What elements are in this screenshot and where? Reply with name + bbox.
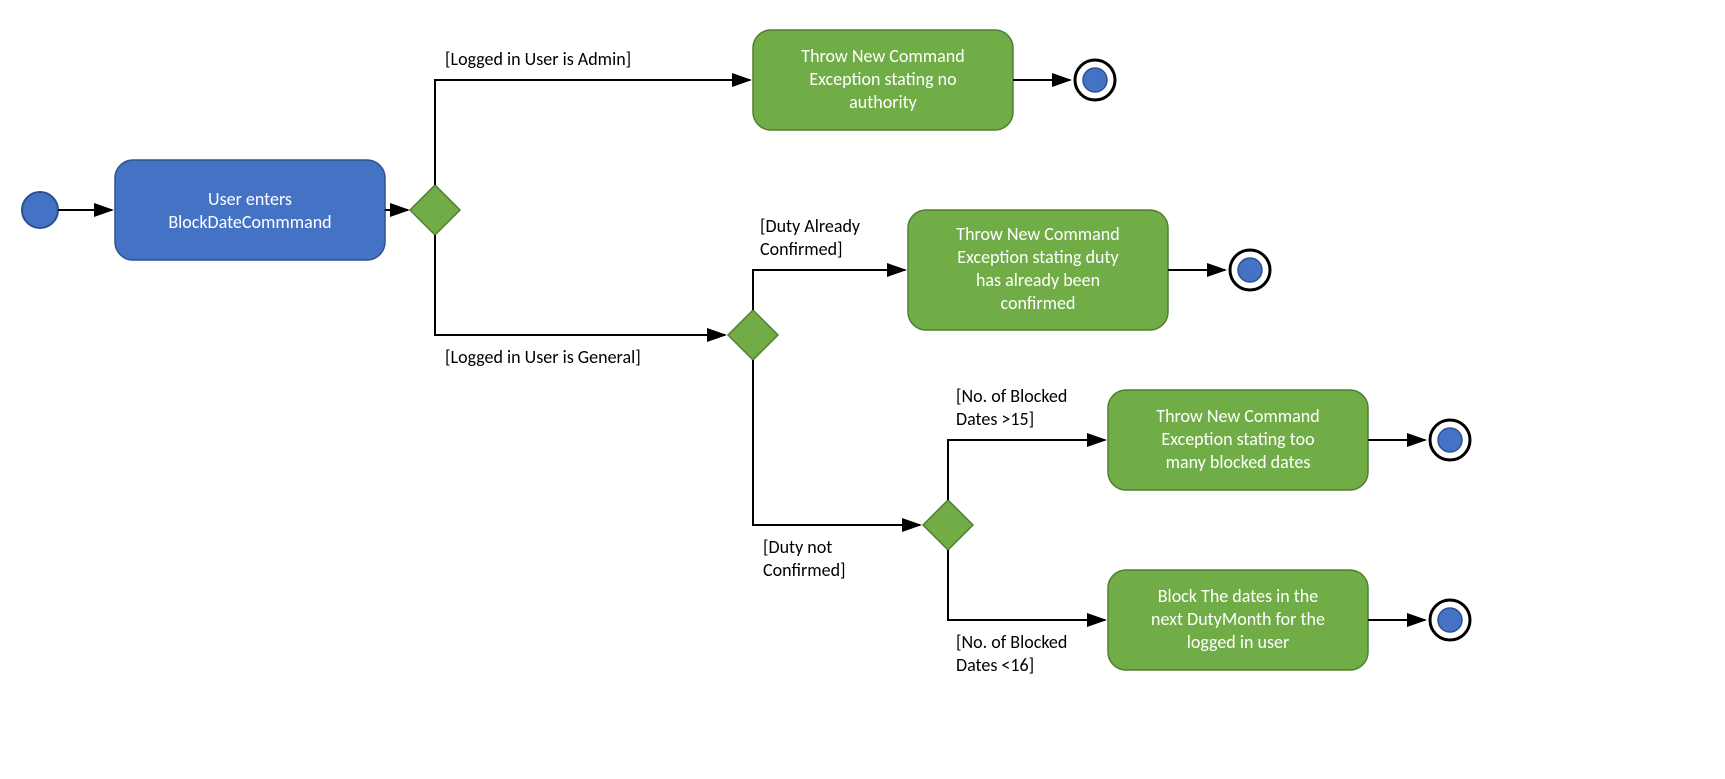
node-throw-too-many-text2: Exception stating too [1161, 428, 1314, 450]
decision-blocked-dates [923, 500, 973, 550]
node-throw-too-many-text3: many blocked dates [1166, 451, 1311, 473]
label-general: [Logged in User is General] [445, 346, 641, 368]
edge-admin-branch [435, 80, 750, 185]
node-throw-too-many-text1: Throw New Command [1156, 405, 1319, 427]
node-throw-duty-confirmed-text4: confirmed [1001, 292, 1076, 314]
label-duty-confirmed1: [Duty Already [760, 215, 861, 237]
node-throw-duty-confirmed-text2: Exception stating duty [957, 246, 1119, 268]
edge-gt15-branch [948, 440, 1105, 500]
label-lt16-1: [No. of Blocked [956, 631, 1067, 653]
node-throw-no-authority-text1: Throw New Command [801, 45, 964, 67]
node-throw-duty-confirmed-text3: has already been [976, 269, 1100, 291]
node-throw-duty-confirmed-text1: Throw New Command [956, 223, 1119, 245]
label-lt16-2: Dates <16] [956, 654, 1034, 676]
node-block-dates-text3: logged in user [1187, 631, 1289, 653]
edge-duty-not-confirmed-branch [753, 360, 920, 525]
node-block-dates-text1: Block The dates in the [1158, 585, 1318, 607]
label-admin: [Logged in User is Admin] [445, 48, 631, 70]
end-node-2-inner [1238, 258, 1262, 282]
end-node-1-inner [1083, 68, 1107, 92]
node-user-enters-command [115, 160, 385, 260]
label-duty-confirmed2: Confirmed] [760, 238, 843, 260]
start-node [22, 192, 58, 228]
edge-duty-confirmed-branch [753, 270, 905, 310]
label-duty-not1: [Duty not [763, 536, 832, 558]
decision-duty-confirmed [728, 310, 778, 360]
label-gt15-2: Dates >15] [956, 408, 1034, 430]
end-node-3-inner [1438, 428, 1462, 452]
edge-lt16-branch [948, 550, 1105, 620]
decision-user-type [410, 185, 460, 235]
node-block-dates-text2: next DutyMonth for the [1151, 608, 1325, 630]
node-throw-no-authority-text3: authority [849, 91, 917, 113]
node-throw-no-authority-text2: Exception stating no [809, 68, 956, 90]
label-gt15-1: [No. of Blocked [956, 385, 1067, 407]
node-user-enters-command-text2: BlockDateCommmand [168, 211, 331, 233]
activity-diagram: User enters BlockDateCommmand [Logged in… [0, 0, 1725, 779]
node-user-enters-command-text1: User enters [208, 188, 292, 210]
end-node-4-inner [1438, 608, 1462, 632]
edge-general-branch [435, 235, 725, 335]
label-duty-not2: Confirmed] [763, 559, 846, 581]
